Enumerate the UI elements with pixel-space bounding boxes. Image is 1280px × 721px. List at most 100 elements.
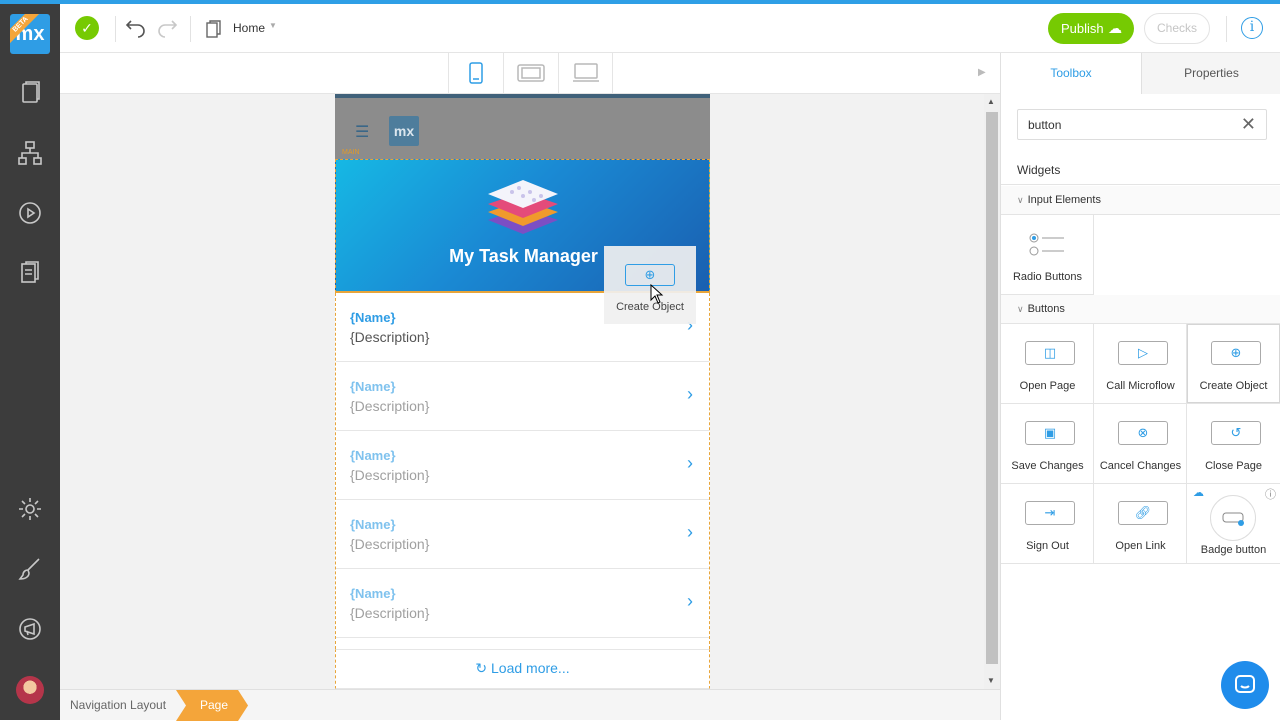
item-description: {Description} bbox=[350, 398, 430, 414]
widget-label: Open Page bbox=[1019, 380, 1076, 392]
scroll-down-icon[interactable]: ▼ bbox=[987, 676, 995, 685]
buttons-section[interactable]: ∨ Buttons bbox=[1001, 295, 1280, 324]
plus-circle-icon: ⊕ bbox=[1211, 341, 1261, 365]
open-page-icon: ◫ bbox=[1025, 341, 1075, 365]
sign-out-icon: ⇥ bbox=[1025, 501, 1075, 525]
page-canvas: ☰ mx MAIN My Task Manager {Name} {Descri… bbox=[60, 94, 984, 689]
canvas-scrollbar[interactable]: ▲ ▼ bbox=[984, 94, 1000, 689]
tablet-view-button[interactable] bbox=[503, 53, 558, 93]
load-more-label: Load more... bbox=[491, 660, 570, 676]
scrollbar-thumb[interactable] bbox=[986, 112, 998, 664]
chevron-right-icon: › bbox=[687, 384, 693, 404]
chevron-down-icon: ∨ bbox=[1017, 304, 1024, 314]
play-circle-icon: ▷ bbox=[1118, 341, 1168, 365]
toolbar-divider bbox=[1226, 16, 1227, 42]
cloud-upload-icon: ☁ bbox=[1108, 20, 1122, 36]
widget-label: Radio Buttons bbox=[1012, 271, 1083, 283]
input-elements-section[interactable]: ∨ Input Elements bbox=[1001, 186, 1280, 215]
link-icon: 🔗︎ bbox=[1118, 501, 1168, 525]
theme-brush-icon[interactable] bbox=[17, 556, 43, 582]
widget-cancel-changes[interactable]: ⊗ Cancel Changes bbox=[1094, 404, 1187, 484]
widget-label: Save Changes bbox=[1011, 460, 1084, 472]
item-name: {Name} bbox=[350, 586, 396, 601]
page-icon bbox=[206, 20, 222, 38]
item-description: {Description} bbox=[350, 605, 430, 621]
checks-button[interactable]: Checks bbox=[1144, 13, 1210, 44]
load-more-button[interactable]: ↻ Load more... bbox=[335, 649, 710, 689]
tab-properties[interactable]: Properties bbox=[1141, 53, 1280, 94]
chat-support-button[interactable] bbox=[1221, 661, 1269, 709]
mouse-cursor-icon bbox=[650, 284, 664, 304]
chevron-right-icon: › bbox=[687, 591, 693, 611]
section-label: Buttons bbox=[1027, 303, 1065, 315]
widget-open-link[interactable]: 🔗︎ Open Link bbox=[1094, 484, 1187, 564]
widget-create-object[interactable]: ⊕ Create Object bbox=[1187, 324, 1280, 404]
radio-buttons-icon bbox=[1029, 233, 1064, 256]
breadcrumb-navigation-layout[interactable]: Navigation Layout bbox=[70, 698, 166, 712]
page-name-selector[interactable]: Home bbox=[233, 21, 265, 35]
widget-sign-out[interactable]: ⇥ Sign Out bbox=[1001, 484, 1094, 564]
task-list: {Name} {Description} › {Name} {Descripti… bbox=[335, 293, 710, 649]
list-item[interactable]: {Name} {Description} › bbox=[336, 431, 709, 500]
redo-icon[interactable] bbox=[156, 16, 180, 40]
cancel-circle-icon: ⊗ bbox=[1118, 421, 1168, 445]
widget-save-changes[interactable]: ▣ Save Changes bbox=[1001, 404, 1094, 484]
feedback-icon[interactable] bbox=[17, 616, 43, 642]
toolbar-divider bbox=[190, 16, 191, 42]
widget-label: Close Page bbox=[1205, 460, 1262, 472]
mendix-logo[interactable]: mx BETA bbox=[10, 14, 50, 54]
pages-icon[interactable] bbox=[17, 80, 43, 106]
app-header: ☰ mx MAIN bbox=[335, 94, 710, 159]
chevron-right-icon: › bbox=[687, 522, 693, 542]
user-avatar[interactable] bbox=[16, 676, 44, 704]
widget-radio-buttons[interactable]: Radio Buttons bbox=[1001, 215, 1094, 295]
widget-label: Create Object bbox=[1199, 380, 1268, 392]
refresh-icon: ↻ bbox=[475, 660, 488, 676]
breadcrumb-page[interactable]: Page bbox=[176, 690, 248, 721]
publish-button[interactable]: Publish ☁ bbox=[1048, 13, 1134, 44]
item-name: {Name} bbox=[350, 517, 396, 532]
placeholder-tag: MAIN bbox=[342, 149, 360, 156]
close-icon[interactable]: ✕ bbox=[1241, 114, 1256, 135]
widget-label: Sign Out bbox=[1026, 540, 1069, 552]
tab-toolbox[interactable]: Toolbox bbox=[1001, 53, 1141, 94]
hamburger-menu-icon[interactable]: ☰ bbox=[355, 122, 369, 142]
breadcrumb: Navigation Layout Page bbox=[60, 689, 1000, 720]
desktop-view-button[interactable] bbox=[558, 53, 613, 93]
chevron-down-icon[interactable]: ▼ bbox=[269, 21, 277, 30]
undo-icon[interactable] bbox=[123, 16, 147, 40]
item-name: {Name} bbox=[350, 379, 396, 394]
chevron-right-icon: › bbox=[687, 453, 693, 473]
item-description: {Description} bbox=[350, 329, 430, 345]
top-toolbar: ✓ Home ▼ Publish ☁ Checks i bbox=[60, 4, 1280, 53]
list-item[interactable]: {Name} {Description} › bbox=[336, 500, 709, 569]
cloud-download-icon: ☁ bbox=[1193, 487, 1204, 499]
item-description: {Description} bbox=[350, 467, 430, 483]
info-icon[interactable]: i bbox=[1241, 17, 1263, 39]
item-name: {Name} bbox=[350, 310, 396, 325]
scroll-up-icon[interactable]: ▲ bbox=[987, 97, 995, 106]
settings-icon[interactable] bbox=[17, 496, 43, 522]
expand-panel-icon[interactable]: ▶ bbox=[978, 67, 986, 78]
widget-call-microflow[interactable]: ▷ Call Microflow bbox=[1094, 324, 1187, 404]
status-check-icon[interactable]: ✓ bbox=[75, 16, 99, 40]
task-stack-illustration bbox=[488, 180, 558, 234]
widget-close-page[interactable]: ↺ Close Page bbox=[1187, 404, 1280, 484]
domain-model-icon[interactable] bbox=[17, 140, 43, 166]
chat-icon bbox=[1235, 675, 1255, 693]
list-item[interactable]: {Name} {Description} › bbox=[336, 569, 709, 638]
toolbox-panel: Toolbox Properties ✕ Widgets ∨Input Elem… bbox=[1000, 53, 1280, 720]
phone-view-button[interactable] bbox=[448, 53, 503, 93]
search-input[interactable] bbox=[1028, 116, 1228, 134]
list-item[interactable]: {Name} {Description} › bbox=[336, 362, 709, 431]
widget-badge-button[interactable]: ☁ ⓘ Badge button bbox=[1187, 484, 1280, 564]
widget-open-page[interactable]: ◫ Open Page bbox=[1001, 324, 1094, 404]
widget-label: Open Link bbox=[1115, 540, 1166, 552]
info-icon[interactable]: ⓘ bbox=[1265, 486, 1276, 502]
item-description: {Description} bbox=[350, 536, 430, 552]
item-name: {Name} bbox=[350, 448, 396, 463]
run-icon[interactable] bbox=[17, 200, 43, 226]
widget-label: Cancel Changes bbox=[1099, 460, 1182, 472]
undo-circle-icon: ↺ bbox=[1211, 421, 1261, 445]
documents-icon[interactable] bbox=[17, 260, 43, 286]
